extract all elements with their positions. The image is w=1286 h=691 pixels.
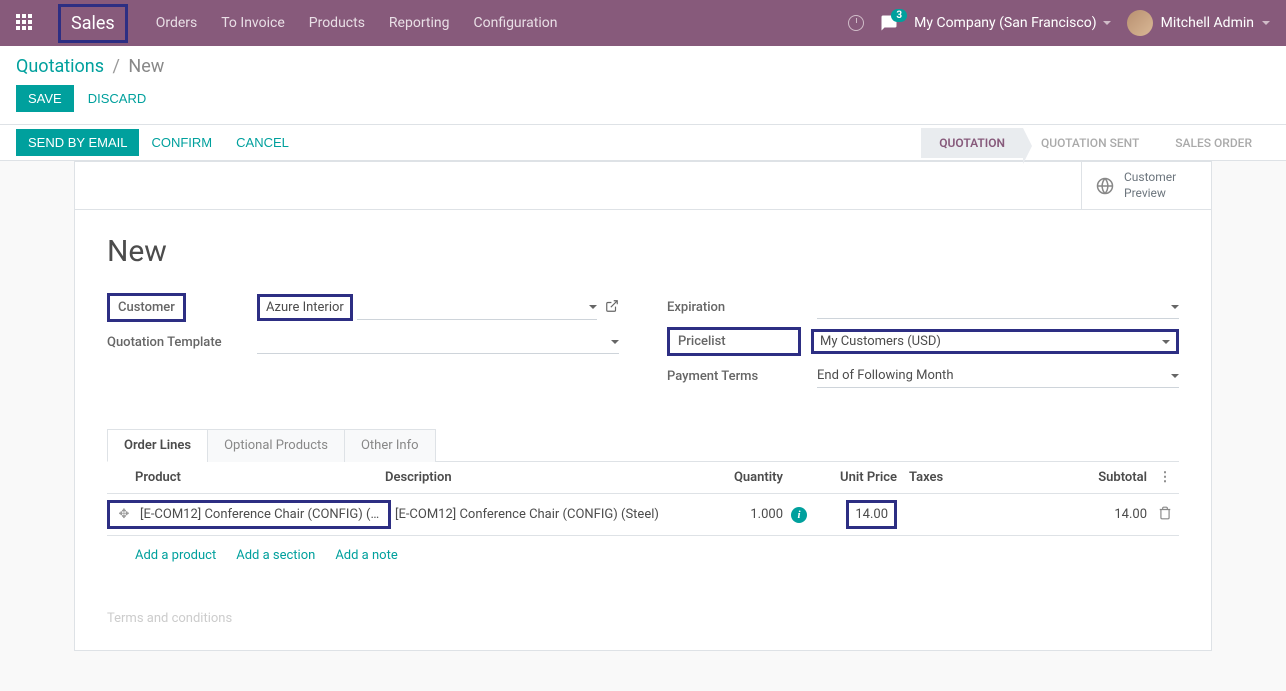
company-selector[interactable]: My Company (San Francisco) bbox=[914, 15, 1110, 31]
messaging-icon[interactable]: 3 bbox=[880, 14, 898, 32]
status-sales-order[interactable]: SALES ORDER bbox=[1157, 128, 1270, 158]
activity-clock-icon[interactable] bbox=[848, 15, 864, 31]
globe-icon bbox=[1096, 177, 1114, 195]
breadcrumb-root[interactable]: Quotations bbox=[16, 56, 104, 77]
col-subtotal: Subtotal bbox=[1061, 470, 1151, 485]
nav-products[interactable]: Products bbox=[309, 15, 365, 31]
save-button[interactable]: SAVE bbox=[16, 85, 74, 112]
payment-terms-label: Payment Terms bbox=[667, 369, 817, 384]
line-product[interactable]: [E-COM12] Conference Chair (CONFIG) (… bbox=[136, 507, 386, 522]
delete-line-icon[interactable] bbox=[1151, 506, 1179, 524]
dropdown-caret-icon[interactable] bbox=[1171, 374, 1179, 378]
cancel-button[interactable]: CANCEL bbox=[224, 129, 301, 156]
status-quotation[interactable]: QUOTATION bbox=[921, 128, 1023, 158]
page-title: New bbox=[107, 234, 1179, 269]
caret-down-icon bbox=[1262, 21, 1270, 25]
nav-configuration[interactable]: Configuration bbox=[473, 15, 557, 31]
pricelist-field[interactable]: My Customers (USD) bbox=[811, 329, 1179, 354]
col-product: Product bbox=[131, 470, 381, 485]
col-unit-price: Unit Price bbox=[811, 470, 901, 485]
confirm-button[interactable]: CONFIRM bbox=[139, 129, 224, 156]
info-icon[interactable]: i bbox=[791, 507, 807, 523]
payment-terms-value: End of Following Month bbox=[817, 368, 1167, 383]
line-unit-price[interactable]: 14.00 bbox=[846, 500, 897, 529]
send-email-button[interactable]: SEND BY EMAIL bbox=[16, 129, 139, 156]
add-section-link[interactable]: Add a section bbox=[236, 548, 315, 563]
col-quantity: Quantity bbox=[687, 470, 787, 485]
dropdown-caret-icon[interactable] bbox=[611, 340, 619, 344]
col-description: Description bbox=[381, 470, 687, 485]
discard-button[interactable]: DISCARD bbox=[76, 85, 159, 112]
avatar bbox=[1127, 10, 1153, 36]
caret-down-icon bbox=[1103, 21, 1111, 25]
add-note-link[interactable]: Add a note bbox=[335, 548, 397, 563]
customer-field[interactable] bbox=[357, 296, 597, 320]
payment-terms-field[interactable]: End of Following Month bbox=[817, 364, 1179, 388]
line-qty[interactable]: 1.000 bbox=[687, 507, 787, 522]
col-taxes: Taxes bbox=[901, 470, 1061, 485]
breadcrumb: Quotations / New bbox=[16, 56, 1270, 77]
customer-label: Customer bbox=[107, 293, 186, 322]
drag-handle-icon[interactable]: ✥ bbox=[112, 507, 136, 522]
quotation-template-label: Quotation Template bbox=[107, 335, 257, 350]
customer-preview-label: CustomerPreview bbox=[1124, 170, 1176, 201]
external-link-icon[interactable] bbox=[605, 299, 619, 317]
status-quotation-sent[interactable]: QUOTATION SENT bbox=[1023, 128, 1157, 158]
pricelist-value: My Customers (USD) bbox=[820, 334, 1162, 349]
tab-optional-products[interactable]: Optional Products bbox=[207, 429, 345, 462]
tab-order-lines[interactable]: Order Lines bbox=[107, 429, 208, 462]
dropdown-caret-icon[interactable] bbox=[589, 305, 597, 309]
status-bar: QUOTATION QUOTATION SENT SALES ORDER bbox=[921, 128, 1270, 158]
expiration-label: Expiration bbox=[667, 300, 817, 315]
messaging-count-badge: 3 bbox=[891, 9, 907, 22]
pricelist-label: Pricelist bbox=[667, 327, 801, 356]
line-description[interactable]: [E-COM12] Conference Chair (CONFIG) (Ste… bbox=[391, 507, 687, 522]
dropdown-caret-icon[interactable] bbox=[1162, 340, 1170, 344]
terms-placeholder[interactable]: Terms and conditions bbox=[107, 611, 1179, 626]
add-product-link[interactable]: Add a product bbox=[135, 548, 216, 563]
nav-orders[interactable]: Orders bbox=[156, 15, 198, 31]
kebab-icon[interactable]: ⋮ bbox=[1151, 470, 1179, 485]
nav-to-invoice[interactable]: To Invoice bbox=[221, 15, 285, 31]
customer-preview-button[interactable]: CustomerPreview bbox=[1081, 162, 1211, 209]
customer-value-highlight: Azure Interior bbox=[257, 294, 353, 321]
nav-reporting[interactable]: Reporting bbox=[389, 15, 450, 31]
company-name: My Company (San Francisco) bbox=[914, 15, 1096, 31]
quotation-template-field[interactable] bbox=[257, 330, 619, 354]
dropdown-caret-icon[interactable] bbox=[1171, 305, 1179, 309]
user-menu[interactable]: Mitchell Admin bbox=[1127, 10, 1270, 36]
expiration-field[interactable] bbox=[817, 295, 1179, 319]
app-brand[interactable]: Sales bbox=[58, 4, 128, 43]
breadcrumb-leaf: New bbox=[128, 56, 164, 77]
line-subtotal: 14.00 bbox=[1061, 507, 1151, 522]
tab-other-info[interactable]: Other Info bbox=[344, 429, 436, 462]
table-row[interactable]: ✥ [E-COM12] Conference Chair (CONFIG) (…… bbox=[107, 494, 1179, 535]
apps-launcher-icon[interactable] bbox=[16, 14, 34, 32]
user-name: Mitchell Admin bbox=[1161, 15, 1254, 31]
